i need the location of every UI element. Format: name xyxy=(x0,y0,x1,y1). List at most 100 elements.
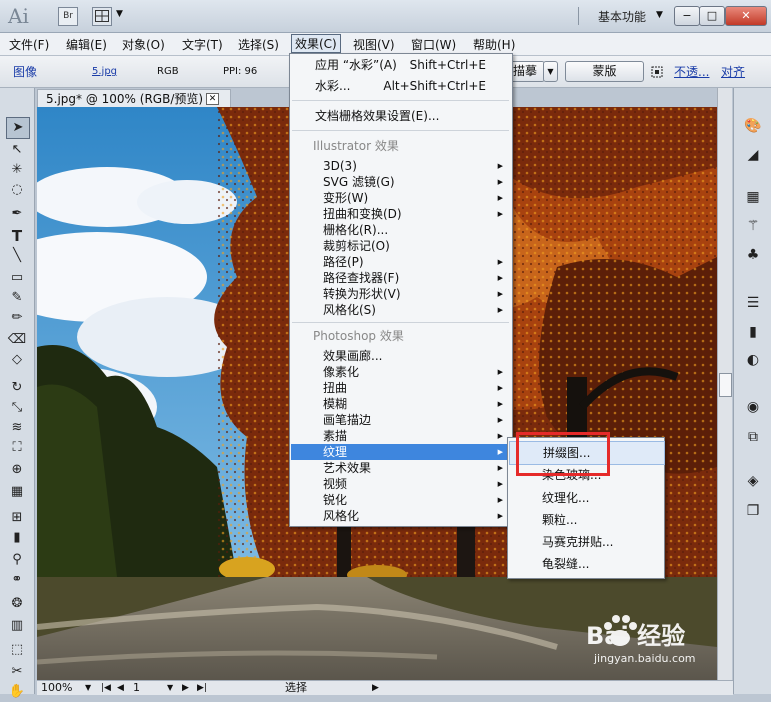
artboards-icon[interactable]: ❐ xyxy=(743,502,763,520)
column-graph-tool-icon[interactable]: ▥ xyxy=(6,616,28,636)
scrollbar-thumb[interactable] xyxy=(719,373,732,397)
transform-icon[interactable] xyxy=(651,66,663,81)
mesh-tool-icon[interactable]: ⊞ xyxy=(6,508,28,528)
document-tab[interactable]: 5.jpg* @ 100% (RGB/预览) xyxy=(37,89,231,108)
artboard-number[interactable]: 1 xyxy=(133,681,140,695)
color-guide-icon[interactable]: ◢ xyxy=(743,146,763,164)
selection-tool-icon[interactable]: ➤ xyxy=(6,117,30,139)
menu-item-convert-to-shape[interactable]: 转换为形状(V) ▶ xyxy=(291,286,510,302)
menu-item-effect-gallery[interactable]: 效果画廊... xyxy=(291,348,510,364)
blob-brush-tool-icon[interactable]: ◇ xyxy=(6,350,28,370)
menu-window[interactable]: 窗口(W) xyxy=(411,36,456,53)
close-icon[interactable]: ✕ xyxy=(206,93,219,105)
first-artboard-icon[interactable]: |◀ xyxy=(101,681,111,695)
menu-item-blur[interactable]: 模糊 ▶ xyxy=(291,396,510,412)
menu-item-mosaic-tiles[interactable]: 马赛克拼贴... xyxy=(509,531,663,553)
blend-tool-icon[interactable]: ⚭ xyxy=(6,570,28,590)
graphic-styles-icon[interactable]: ⧉ xyxy=(743,428,763,446)
menu-item-distort-transform[interactable]: 扭曲和变换(D) ▶ xyxy=(291,206,510,222)
appearance-icon[interactable]: ◉ xyxy=(743,398,763,416)
menu-item-rasterize[interactable]: 栅格化(R)... xyxy=(291,222,510,238)
menu-item-texturizer[interactable]: 纹理化... xyxy=(509,487,663,509)
menu-item-sketch[interactable]: 素描 ▶ xyxy=(291,428,510,444)
menu-item-video[interactable]: 视频 ▶ xyxy=(291,476,510,492)
stroke-icon[interactable]: ☰ xyxy=(743,294,763,312)
prev-artboard-icon[interactable]: ◀ xyxy=(117,681,124,695)
hand-tool-icon[interactable]: ✋ xyxy=(6,682,28,702)
zoom-level[interactable]: 100% xyxy=(41,681,72,695)
image-label[interactable]: 图像 xyxy=(13,63,37,80)
gradient-icon[interactable]: ▮ xyxy=(743,323,763,341)
menu-item-brush-strokes[interactable]: 画笔描边 ▶ xyxy=(291,412,510,428)
menu-item-craquelure[interactable]: 龟裂缝... xyxy=(509,553,663,575)
menu-item-artistic[interactable]: 艺术效果 ▶ xyxy=(291,460,510,476)
align-link[interactable]: 对齐 xyxy=(721,63,745,80)
menu-item-path[interactable]: 路径(P) ▶ xyxy=(291,254,510,270)
menu-select[interactable]: 选择(S) xyxy=(238,36,279,53)
artboard-tool-icon[interactable]: ⬚ xyxy=(6,640,28,660)
brushes-icon[interactable]: ⚚ xyxy=(743,217,763,235)
vertical-scrollbar[interactable] xyxy=(717,88,732,680)
layers-icon[interactable]: ◈ xyxy=(743,472,763,490)
linked-file-link[interactable]: 5.jpg xyxy=(92,66,117,77)
transparency-icon[interactable]: ◐ xyxy=(743,351,763,369)
menu-item-apply-last[interactable]: 应用 “水彩”(A) Shift+Ctrl+E xyxy=(291,57,510,73)
menu-item-distort[interactable]: 扭曲 ▶ xyxy=(291,380,510,396)
symbol-sprayer-tool-icon[interactable]: ❂ xyxy=(6,594,28,614)
menu-edit[interactable]: 编辑(E) xyxy=(66,36,107,53)
shape-builder-tool-icon[interactable]: ⊕ xyxy=(6,460,28,480)
menu-file[interactable]: 文件(F) xyxy=(9,36,49,53)
menu-item-3d[interactable]: 3D(3) ▶ xyxy=(291,158,510,174)
warp-tool-icon[interactable]: ≋ xyxy=(6,418,28,438)
free-transform-tool-icon[interactable]: ⛶ xyxy=(6,438,28,458)
workspace-dropdown-icon[interactable]: ▼ xyxy=(656,10,663,20)
chevron-down-icon[interactable]: ▼ xyxy=(116,9,123,19)
menu-item-sharpen[interactable]: 锐化 ▶ xyxy=(291,492,510,508)
mask-button[interactable]: 蒙版 xyxy=(565,61,644,82)
maximize-button[interactable]: □ xyxy=(699,6,725,26)
eyedropper-tool-icon[interactable]: ⚲ xyxy=(6,550,28,570)
gradient-tool-icon[interactable]: ▮ xyxy=(6,528,28,548)
pencil-tool-icon[interactable]: ✏ xyxy=(6,308,28,328)
menu-object[interactable]: 对象(O) xyxy=(122,36,165,53)
scale-tool-icon[interactable]: ⤡ xyxy=(6,398,28,418)
menu-item-texture[interactable]: 纹理 ▶ xyxy=(291,444,510,460)
arrange-documents-button[interactable] xyxy=(92,7,112,26)
next-artboard-icon[interactable]: ▶ xyxy=(182,681,189,695)
minimize-button[interactable]: − xyxy=(674,6,700,26)
type-tool-icon[interactable]: T xyxy=(6,226,28,246)
swatches-icon[interactable]: ▦ xyxy=(743,188,763,206)
paintbrush-tool-icon[interactable]: ✎ xyxy=(6,288,28,308)
menu-item-crop-marks[interactable]: 裁剪标记(O) xyxy=(291,238,510,254)
workspace-switcher[interactable]: 基本功能 xyxy=(598,8,646,25)
trace-preset-dropdown[interactable]: ▼ xyxy=(543,61,558,82)
zoom-dropdown-icon[interactable]: ▼ xyxy=(85,681,91,695)
menu-item-pathfinder[interactable]: 路径查找器(F) ▶ xyxy=(291,270,510,286)
menu-item-pixelate[interactable]: 像素化 ▶ xyxy=(291,364,510,380)
pen-tool-icon[interactable]: ✒ xyxy=(6,204,28,224)
line-tool-icon[interactable]: ╲ xyxy=(6,246,28,266)
last-artboard-icon[interactable]: ▶| xyxy=(197,681,207,695)
direct-selection-tool-icon[interactable]: ↖ xyxy=(6,140,28,160)
symbols-icon[interactable]: ♣ xyxy=(743,246,763,264)
status-menu-icon[interactable]: ▶ xyxy=(372,681,379,695)
perspective-grid-tool-icon[interactable]: ▦ xyxy=(6,482,28,502)
menu-item-warp[interactable]: 变形(W) ▶ xyxy=(291,190,510,206)
rotate-tool-icon[interactable]: ↻ xyxy=(6,378,28,398)
menu-item-raster-settings[interactable]: 文档栅格效果设置(E)... xyxy=(291,108,510,124)
menu-item-last-effect[interactable]: 水彩... Alt+Shift+Ctrl+E xyxy=(291,78,510,94)
rectangle-tool-icon[interactable]: ▭ xyxy=(6,268,28,288)
menu-item-svg-filters[interactable]: SVG 滤镜(G) ▶ xyxy=(291,174,510,190)
bridge-button[interactable]: Br xyxy=(58,7,78,26)
close-window-button[interactable]: ✕ xyxy=(725,6,767,26)
opacity-link[interactable]: 不透... xyxy=(674,63,709,80)
color-palette-icon[interactable]: 🎨 xyxy=(743,117,763,135)
magic-wand-tool-icon[interactable]: ✳ xyxy=(6,160,28,180)
menu-item-grain[interactable]: 颗粒... xyxy=(509,509,663,531)
menu-item-stylize-ai[interactable]: 风格化(S) ▶ xyxy=(291,302,510,318)
menu-view[interactable]: 视图(V) xyxy=(353,36,395,53)
menu-item-stylize-ps[interactable]: 风格化 ▶ xyxy=(291,508,510,524)
menu-effect[interactable]: 效果(C) xyxy=(291,34,341,53)
slice-tool-icon[interactable]: ✂ xyxy=(6,662,28,682)
eraser-tool-icon[interactable]: ⌫ xyxy=(6,330,28,350)
